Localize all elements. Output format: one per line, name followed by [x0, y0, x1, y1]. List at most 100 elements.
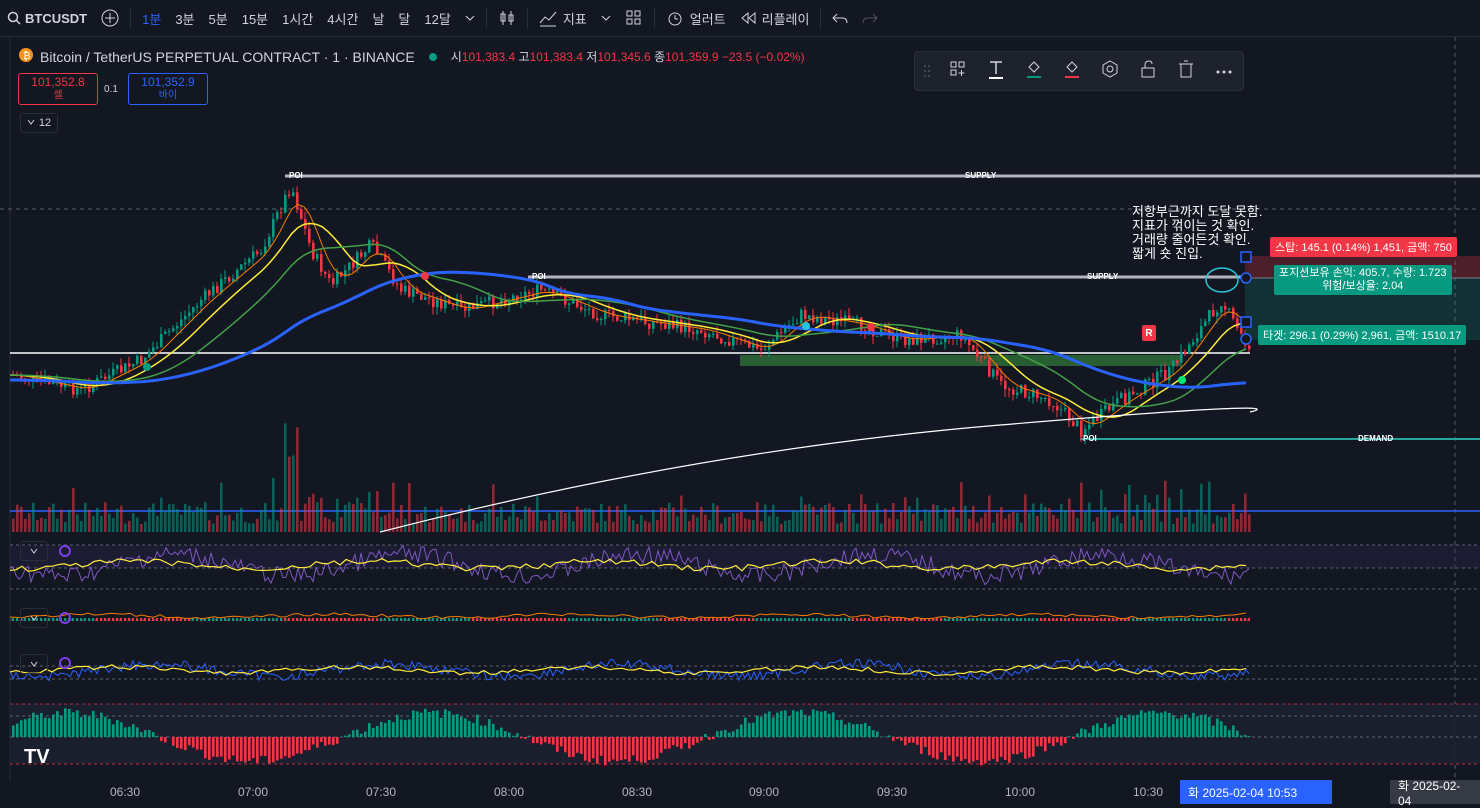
buy-button[interactable]: 101,352.9 바이	[128, 73, 208, 105]
momentum-bar	[160, 737, 163, 741]
candle-body	[348, 262, 351, 270]
momentum-bar	[824, 711, 827, 737]
volume-bar	[768, 516, 771, 532]
momentum-bar	[156, 736, 159, 737]
candle-body	[120, 365, 123, 372]
position-info-label[interactable]: 포지션보유 손익: 405.7, 수량: 1.723 위험/보상율: 2.04	[1274, 265, 1452, 295]
momentum-bar	[552, 737, 555, 745]
interval-1[interactable]: 3분	[168, 0, 201, 36]
momentum-bar	[1144, 713, 1147, 737]
pane-collapse-button[interactable]	[20, 608, 48, 628]
momentum-bar	[1056, 737, 1059, 742]
indicators-button[interactable]: 지표	[532, 0, 594, 36]
indicator-settings-icon[interactable]	[59, 612, 71, 624]
volume-bar	[428, 522, 431, 532]
candle-body	[1180, 352, 1183, 363]
pane-collapse-button[interactable]	[20, 654, 48, 674]
candle-body	[1008, 389, 1011, 390]
momentum-bar	[844, 725, 847, 737]
alert-button[interactable]: 얼러트	[659, 0, 733, 36]
candle-body	[1236, 318, 1239, 327]
legend-collapse-button[interactable]: 12	[20, 113, 58, 133]
settings-button[interactable]	[1091, 52, 1129, 90]
volume-bar	[1104, 507, 1107, 532]
chart-note[interactable]: 저항부근까지 도달 못함. 지표가 꺾이는 것 확인. 거래량 줄어든것 확인.…	[1132, 205, 1262, 261]
interval-0[interactable]: 1분	[135, 0, 168, 36]
momentum-bar	[124, 727, 127, 737]
position-handle	[1241, 334, 1251, 344]
momentum-bar	[1152, 711, 1155, 737]
volume-bar	[172, 504, 175, 532]
momentum-bar	[304, 737, 307, 750]
delete-button[interactable]	[1167, 52, 1205, 90]
sell-button[interactable]: 101,352.8 셀	[18, 73, 98, 105]
chart-type-button[interactable]	[491, 0, 523, 36]
templates-button[interactable]	[939, 52, 977, 90]
volume-bar	[636, 524, 639, 532]
interval-dropdown[interactable]	[458, 0, 482, 36]
macd-histogram-bar	[1188, 618, 1190, 621]
fill-color-button[interactable]	[1015, 52, 1053, 90]
momentum-bar	[788, 716, 791, 737]
interval-4[interactable]: 1시간	[275, 0, 320, 36]
undo-button[interactable]	[825, 0, 855, 36]
candle-body	[1164, 370, 1167, 380]
volume-bar	[1136, 505, 1139, 532]
compare-symbol-button[interactable]	[94, 0, 126, 36]
pane-collapse-button[interactable]	[20, 541, 48, 561]
interval-8[interactable]: 12달	[417, 0, 457, 36]
layout-button[interactable]	[618, 0, 650, 36]
candle-body	[616, 316, 619, 320]
momentum-bar	[648, 737, 651, 760]
volume-bar	[1008, 514, 1011, 532]
volume-bar	[512, 504, 515, 532]
momentum-bar	[72, 712, 75, 737]
stop-color-button[interactable]	[1053, 52, 1091, 90]
interval-2[interactable]: 5분	[202, 0, 235, 36]
stop-label[interactable]: 스탑: 145.1 (0.14%) 1,451, 금액: 750	[1270, 237, 1457, 257]
macd-histogram-bar	[1012, 618, 1014, 621]
order-quantity[interactable]: 0.1	[104, 84, 118, 95]
replay-button[interactable]: 리플레이	[733, 0, 817, 36]
indicators-dropdown[interactable]	[594, 0, 618, 36]
drag-handle-icon[interactable]	[915, 52, 939, 90]
momentum-bar	[468, 721, 471, 737]
volume-bar	[1164, 481, 1167, 532]
paint-bucket-icon	[1063, 59, 1081, 84]
volume-bar	[264, 503, 267, 532]
interval-7[interactable]: 달	[391, 0, 417, 36]
momentum-bar	[244, 737, 247, 762]
volume-bar	[504, 520, 507, 532]
volume-bar	[600, 504, 603, 532]
interval-6[interactable]: 날	[365, 0, 391, 36]
more-button[interactable]	[1205, 52, 1243, 90]
interval-5[interactable]: 4시간	[320, 0, 365, 36]
momentum-bar	[684, 737, 687, 743]
volume-bar	[568, 512, 571, 532]
target-label[interactable]: 타겟: 296.1 (0.29%) 2,961, 금액: 1510.17	[1258, 325, 1466, 345]
candle-body	[204, 290, 207, 300]
indicator-settings-icon[interactable]	[59, 657, 71, 669]
momentum-bar	[1160, 713, 1163, 737]
interval-3[interactable]: 15분	[235, 0, 275, 36]
volume-bar	[1092, 522, 1095, 532]
lock-button[interactable]	[1129, 52, 1167, 90]
indicator-settings-icon[interactable]	[59, 545, 71, 557]
momentum-bar	[568, 737, 571, 757]
volume-bar	[804, 505, 807, 532]
volume-bar	[204, 502, 207, 532]
chart-canvas[interactable]	[0, 37, 1480, 806]
macd-histogram-bar	[1248, 618, 1250, 621]
redo-button[interactable]	[855, 0, 885, 36]
volume-bar	[960, 482, 963, 532]
candle-body	[288, 195, 291, 196]
momentum-bar	[940, 737, 943, 752]
r-marker[interactable]: R	[1142, 325, 1156, 341]
volume-bar	[1172, 524, 1175, 532]
momentum-bar	[620, 737, 623, 760]
momentum-bar	[256, 737, 259, 763]
text-button[interactable]	[977, 52, 1015, 90]
macd-histogram-bar	[856, 618, 858, 621]
symbol-search-button[interactable]: BTCUSDT	[0, 0, 94, 36]
search-icon	[7, 11, 21, 25]
